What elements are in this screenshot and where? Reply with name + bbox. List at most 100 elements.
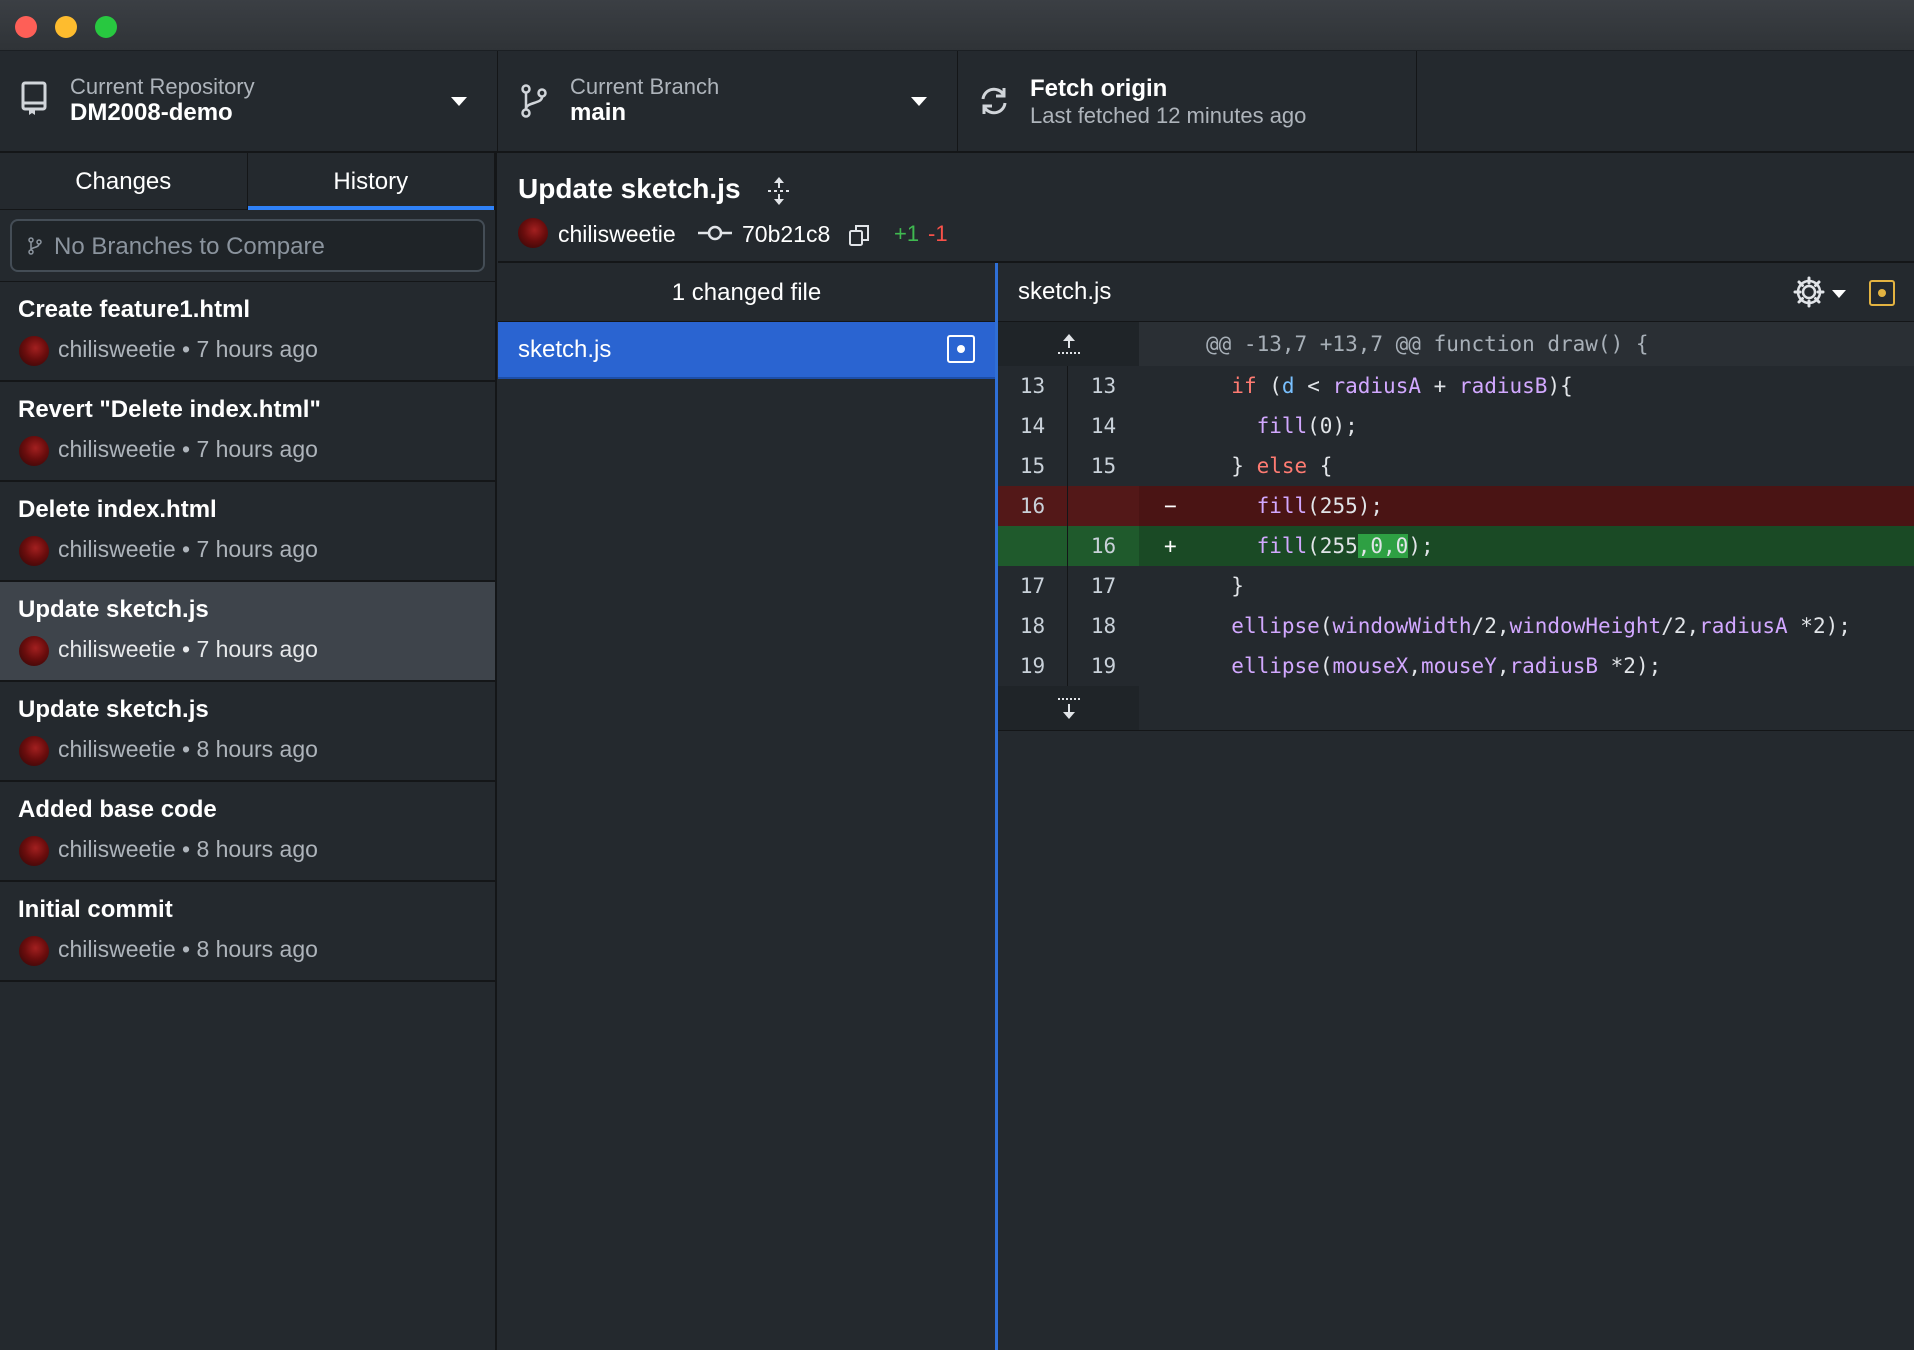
commit-title: Initial commit xyxy=(18,896,173,923)
compare-branch-input[interactable]: No Branches to Compare xyxy=(10,219,485,272)
lines-removed-count: -1 xyxy=(928,221,948,246)
repository-name: DM2008-demo xyxy=(70,99,233,126)
git-branch-icon xyxy=(28,237,42,255)
fetch-subtitle: Last fetched 12 minutes ago xyxy=(1030,103,1307,128)
minimize-window-button[interactable] xyxy=(55,16,77,38)
copy-icon[interactable] xyxy=(848,223,870,247)
commit-meta: chilisweetie • 7 hours ago xyxy=(58,436,318,462)
hunk-header-text: @@ -13,7 +13,7 @@ function draw() { xyxy=(1206,332,1649,356)
commit-title: Revert "Delete index.html" xyxy=(18,396,321,423)
commit-summary-title: Update sketch.js xyxy=(518,173,741,204)
chevron-down-icon xyxy=(911,97,927,106)
diff-viewer: sketch.js @@ -13,7 +13,7 @@ function dra… xyxy=(998,263,1914,1350)
file-modified-icon xyxy=(1869,280,1895,306)
diff-header: sketch.js xyxy=(998,263,1914,322)
tab-history[interactable]: History xyxy=(247,153,495,210)
avatar xyxy=(19,736,49,766)
new-line-number: 17 xyxy=(1090,574,1117,598)
expand-arrows-icon[interactable] xyxy=(764,175,794,207)
commit-list-item-selected[interactable]: Update sketch.js chilisweetie • 7 hours … xyxy=(0,582,495,682)
tab-changes[interactable]: Changes xyxy=(0,153,248,210)
code-text: ellipse(mouseX,mouseY,radiusB *2); xyxy=(1231,654,1662,678)
branch-label: Current Branch xyxy=(570,74,720,99)
code-text: } else { xyxy=(1206,454,1333,478)
changed-files-panel: 1 changed file sketch.js xyxy=(498,263,998,1350)
new-line-number: 13 xyxy=(1090,374,1117,398)
old-line-number: 15 xyxy=(998,446,1068,486)
diff-line: 17 17 } xyxy=(998,566,1914,606)
close-window-button[interactable] xyxy=(15,16,37,38)
expand-up-icon[interactable] xyxy=(1056,332,1082,356)
commit-list-item[interactable]: Delete index.html chilisweetie • 7 hours… xyxy=(0,482,495,582)
avatar xyxy=(19,836,49,866)
diff-hunk-header: @@ -13,7 +13,7 @@ function draw() { xyxy=(998,322,1914,366)
expand-down-icon[interactable] xyxy=(1056,696,1082,722)
commit-list-item[interactable]: Update sketch.js chilisweetie • 8 hours … xyxy=(0,682,495,782)
lines-added-count: +1 xyxy=(894,221,920,246)
branch-name: main xyxy=(570,99,627,126)
diff-line: 19 19 ellipse(mouseX,mouseY,radiusB *2); xyxy=(998,646,1914,686)
commit-list-item[interactable]: Revert "Delete index.html" chilisweetie … xyxy=(0,382,495,482)
diff-line-deleted: 16 − fill(255); xyxy=(998,486,1914,526)
commit-title: Update sketch.js xyxy=(18,696,209,723)
chevron-down-icon xyxy=(451,97,467,106)
gear-icon[interactable] xyxy=(1792,275,1826,309)
commit-list-item[interactable]: Create feature1.html chilisweetie • 7 ho… xyxy=(0,282,495,382)
diff-line: 15 15 } else { xyxy=(998,446,1914,486)
compare-placeholder: No Branches to Compare xyxy=(54,233,325,260)
avatar xyxy=(19,536,49,566)
sync-icon xyxy=(981,87,1007,115)
diff-line: 14 14 fill(0); xyxy=(998,406,1914,446)
sidebar-tabs: Changes History xyxy=(0,153,495,210)
old-line-number: 16 xyxy=(998,486,1068,526)
commit-title: Create feature1.html xyxy=(18,296,251,323)
old-line-number xyxy=(998,526,1068,566)
commit-list-item[interactable]: Added base code chilisweetie • 8 hours a… xyxy=(0,782,495,882)
commit-list-item[interactable]: Initial commit chilisweetie • 8 hours ag… xyxy=(0,882,495,982)
old-line-number: 19 xyxy=(998,646,1068,686)
avatar xyxy=(19,636,49,666)
current-branch-dropdown[interactable]: Current Branch main xyxy=(498,51,958,151)
avatar xyxy=(518,218,548,248)
commit-summary-header: Update sketch.js chilisweetie 70b21c8 +1… xyxy=(498,153,1914,263)
deletion-marker: − xyxy=(1164,494,1177,518)
code-text: fill(255); xyxy=(1256,494,1384,518)
current-repository-dropdown[interactable]: Current Repository DM2008-demo xyxy=(0,51,498,151)
diff-line: 18 18 ellipse(windowWidth/2,windowHeight… xyxy=(998,606,1914,646)
repository-label: Current Repository xyxy=(70,74,255,99)
old-line-number: 13 xyxy=(998,366,1068,406)
commit-title: Delete index.html xyxy=(18,496,217,523)
code-text: } xyxy=(1206,574,1244,598)
commit-meta: chilisweetie • 8 hours ago xyxy=(58,936,318,962)
git-commit-icon xyxy=(698,225,732,241)
commit-meta: chilisweetie • 7 hours ago xyxy=(58,636,318,662)
new-line-number: 14 xyxy=(1090,414,1117,438)
commit-title: Update sketch.js xyxy=(18,596,209,623)
zoom-window-button[interactable] xyxy=(95,16,117,38)
commit-meta: chilisweetie • 7 hours ago xyxy=(58,536,318,562)
commit-list: Create feature1.html chilisweetie • 7 ho… xyxy=(0,281,495,982)
old-line-number: 14 xyxy=(998,406,1068,446)
file-list-item-sketch-js[interactable]: sketch.js xyxy=(498,322,995,379)
code-text: fill(0); xyxy=(1256,414,1358,438)
code-text: if (d < radiusA + radiusB){ xyxy=(1231,374,1573,398)
diff-code: @@ -13,7 +13,7 @@ function draw() { 13 1… xyxy=(998,322,1914,731)
diff-end-divider xyxy=(998,730,1914,731)
fetch-title: Fetch origin xyxy=(1030,75,1168,102)
commit-meta: chilisweetie • 8 hours ago xyxy=(58,836,318,862)
diff-line: 13 13 if (d < radiusA + radiusB){ xyxy=(998,366,1914,406)
chevron-down-icon[interactable] xyxy=(1832,290,1846,298)
diff-expand-down xyxy=(998,686,1914,730)
git-branch-icon xyxy=(521,84,547,118)
commit-meta: chilisweetie • 8 hours ago xyxy=(58,736,318,762)
fetch-origin-button[interactable]: Fetch origin Last fetched 12 minutes ago xyxy=(958,51,1417,151)
new-line-number: 19 xyxy=(1090,654,1117,678)
changed-files-count: 1 changed file xyxy=(498,263,995,322)
commit-sha: 70b21c8 xyxy=(742,221,831,247)
commit-meta: chilisweetie • 7 hours ago xyxy=(58,336,318,362)
new-line-number: 16 xyxy=(1090,534,1117,558)
commit-title: Added base code xyxy=(18,796,217,823)
history-sidebar: Changes History No Branches to Compare C… xyxy=(0,153,497,1350)
addition-marker: + xyxy=(1164,534,1177,558)
avatar xyxy=(19,336,49,366)
